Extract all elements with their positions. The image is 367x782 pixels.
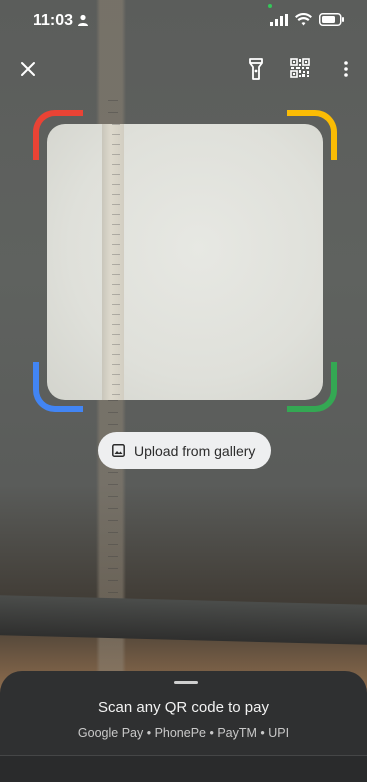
battery-icon — [319, 13, 344, 26]
person-icon — [78, 14, 88, 26]
flashlight-button[interactable] — [242, 55, 270, 83]
system-nav-bar — [0, 756, 367, 782]
frame-corner-top-left — [33, 110, 83, 160]
monitor-edge — [0, 595, 367, 645]
drag-handle[interactable] — [174, 681, 198, 684]
more-vert-icon — [344, 61, 348, 77]
my-qr-code-button[interactable] — [286, 54, 314, 82]
upload-label: Upload from gallery — [134, 442, 256, 459]
close-icon — [21, 62, 35, 76]
frame-corner-top-right — [287, 110, 337, 160]
scan-viewfinder — [47, 124, 323, 400]
close-button[interactable] — [14, 55, 42, 83]
flashlight-icon — [249, 58, 263, 80]
upload-from-gallery-button[interactable]: Upload from gallery — [98, 432, 271, 469]
frame-corner-bottom-right — [287, 362, 337, 412]
frame-corner-bottom-left — [33, 362, 83, 412]
privacy-indicator-dot — [268, 4, 272, 8]
status-time: 11:03 — [33, 12, 74, 29]
wifi-icon — [295, 13, 312, 26]
qr-code-icon — [290, 58, 310, 78]
viewfinder-ruler — [102, 124, 124, 400]
image-icon — [112, 444, 125, 457]
status-bar: 11:03 — [0, 0, 367, 42]
sheet-subtitle: Google Pay • PhonePe • PayTM • UPI — [77, 726, 290, 740]
signal-icon — [270, 13, 288, 26]
status-icons — [270, 13, 345, 26]
sheet-title: Scan any QR code to pay — [98, 699, 269, 716]
bottom-sheet[interactable]: Scan any QR code to pay Google Pay • Pho… — [0, 671, 367, 782]
more-options-button[interactable] — [334, 55, 358, 83]
